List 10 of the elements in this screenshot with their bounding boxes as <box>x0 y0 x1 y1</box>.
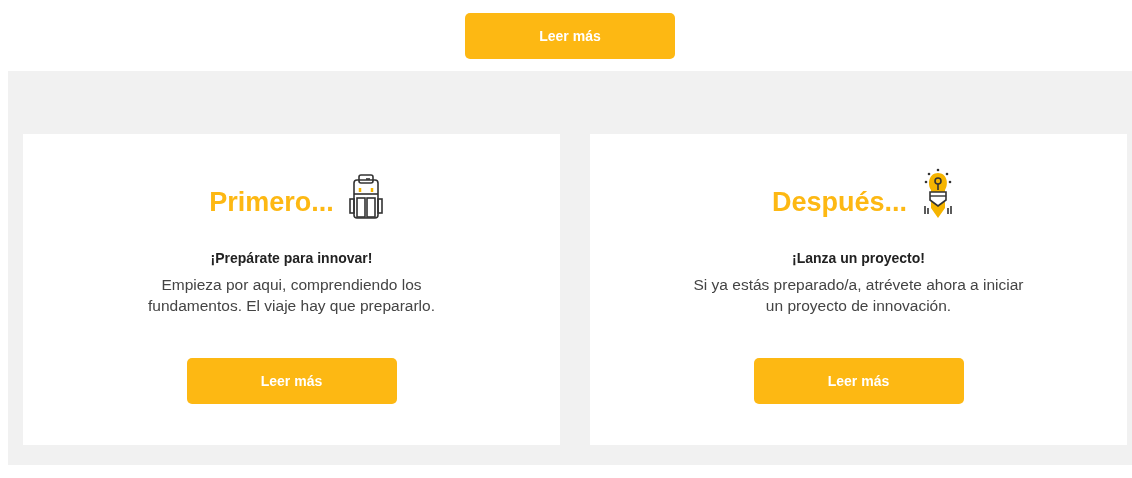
card-subtitle: ¡Prepárate para innovar! <box>210 250 373 266</box>
card-title: Primero... <box>209 189 334 219</box>
backpack-icon <box>347 174 384 220</box>
read-more-button[interactable]: Leer más <box>465 13 675 59</box>
card-title: Después... <box>771 189 908 219</box>
read-more-button[interactable]: Leer más <box>753 358 964 404</box>
card-description: Empieza por aqui, comprendiendo los fundamentos. El viaje hay que prepararlo. <box>147 275 436 316</box>
card-description: Si ya estás preparado/a, atrévete ahora a iniciar un proyecto de innovación. <box>692 275 1025 316</box>
card-subtitle: ¡Lanza un proyecto! <box>792 250 925 266</box>
read-more-button[interactable]: Leer más <box>186 358 397 404</box>
